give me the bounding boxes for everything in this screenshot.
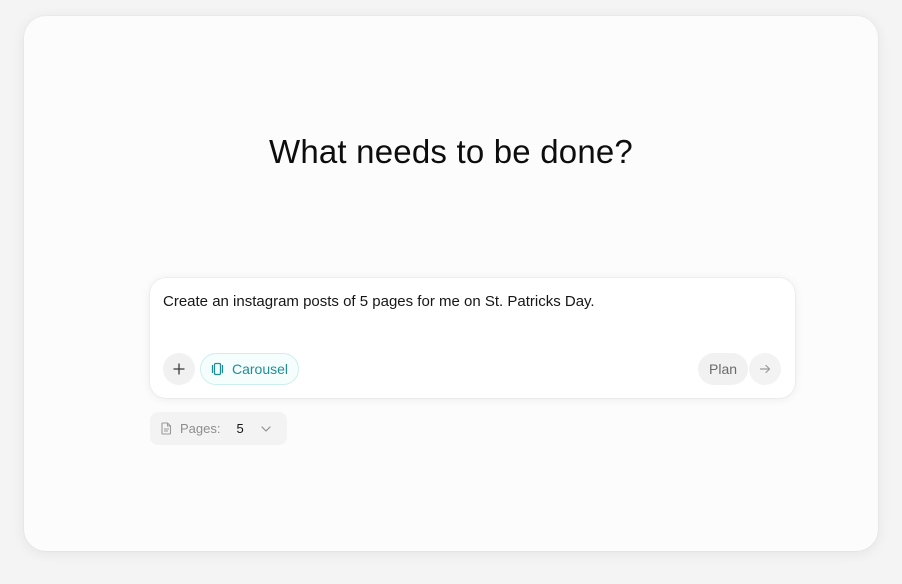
prompt-composer: Create an instagram posts of 5 pages for… (150, 278, 795, 398)
main-card: What needs to be done? Create an instagr… (24, 16, 878, 551)
plan-button[interactable]: Plan (698, 353, 749, 385)
send-button[interactable] (749, 353, 781, 385)
pages-selector[interactable]: Pages: 5 (150, 412, 287, 445)
plus-icon (173, 363, 185, 375)
carousel-icon (211, 362, 224, 376)
carousel-chip-label: Carousel (232, 361, 289, 377)
pages-value: 5 (236, 421, 244, 436)
document-icon (161, 422, 172, 435)
app-window: What needs to be done? Create an instagr… (0, 0, 902, 584)
chevron-down-icon (261, 425, 271, 432)
add-button[interactable] (163, 353, 195, 385)
pages-label: Pages: (180, 421, 221, 436)
carousel-chip[interactable]: Carousel (200, 353, 300, 385)
page-title: What needs to be done? (268, 133, 633, 170)
arrow-right-icon (759, 364, 771, 374)
prompt-input[interactable]: Create an instagram posts of 5 pages for… (163, 293, 595, 310)
